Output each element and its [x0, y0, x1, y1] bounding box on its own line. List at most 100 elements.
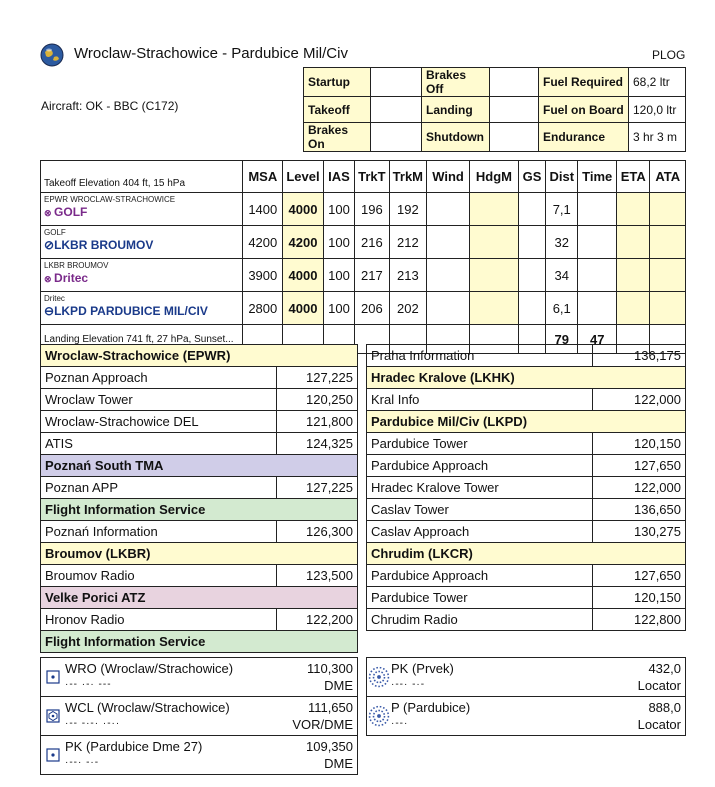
navaid-cell: P (Pardubice) ·--· 888,0 Locator — [366, 696, 686, 736]
brakes-on-label: Brakes On — [303, 122, 371, 152]
brakes-on-value[interactable] — [370, 122, 422, 152]
navaid-type: Locator — [637, 678, 681, 693]
morse-code: ·--· — [391, 718, 409, 729]
airfield-icon: ⊖ — [44, 304, 55, 318]
hdgm-value[interactable] — [468, 192, 519, 226]
morse-code: ·--· -·- — [65, 757, 100, 768]
station-name: Praha Information — [365, 344, 594, 367]
dme-icon — [46, 748, 60, 762]
eta-value[interactable] — [616, 291, 651, 325]
frequency-value: 120,150 — [592, 432, 686, 455]
level-value: 4000 — [282, 192, 324, 226]
frequency-value: 121,800 — [275, 410, 359, 433]
ata-value[interactable] — [649, 225, 686, 259]
globe-icon — [40, 43, 64, 67]
station-name: Wroclaw Tower — [40, 388, 277, 411]
section-header: Poznań South TMA — [40, 454, 358, 477]
gs-value[interactable] — [517, 192, 547, 226]
ias-value: 100 — [322, 225, 356, 259]
leg-row: LKBR BROUMOV ⊗ Dritec 3900 4000 100 217 … — [39, 258, 686, 292]
frequency-row: ATIS 124,325 — [40, 432, 359, 455]
section-title: Chrudim (LKCR) — [366, 542, 686, 565]
page-title: Wroclaw-Strachowice - Pardubice Mil/Civ — [74, 45, 348, 62]
frequency-value: 122,200 — [275, 608, 359, 631]
navaid-name: P (Pardubice) — [391, 700, 471, 715]
time-value[interactable] — [577, 192, 618, 226]
waypoint-cell: LKBR BROUMOV ⊗ Dritec — [39, 258, 244, 292]
section-header: Velke Porici ATZ — [40, 586, 358, 609]
section-header: Hradec Kralove (LKHK) — [366, 366, 686, 389]
ata-value[interactable] — [649, 258, 686, 292]
startup-value[interactable] — [370, 67, 422, 97]
station-name: Pardubice Approach — [365, 564, 594, 587]
frequency-value: 122,800 — [592, 608, 686, 631]
trkt-value: 206 — [354, 291, 390, 325]
ata-value[interactable] — [649, 291, 686, 325]
leg-to: LKPD PARDUBICE MIL/CIV — [54, 304, 208, 318]
station-name: Kral Info — [365, 388, 594, 411]
morse-code: ·-- -·-· ·-·· — [65, 718, 121, 729]
ata-value[interactable] — [649, 192, 686, 226]
frequency-list-left: Wroclaw-Strachowice (EPWR) Poznan Approac… — [40, 344, 359, 653]
section-title: Hradec Kralove (LKHK) — [366, 366, 686, 389]
frequency-value: 126,300 — [275, 520, 359, 543]
navaid-name: WCL (Wroclaw/Strachowice) — [65, 700, 230, 715]
col-ata: ATA — [649, 160, 686, 193]
col-hdgm: HdgM — [468, 160, 519, 193]
level-value: 4000 — [282, 291, 324, 325]
station-name: Broumov Radio — [40, 564, 277, 587]
wind-value[interactable] — [426, 192, 470, 226]
section-header: Chrudim (LKCR) — [366, 542, 686, 565]
wind-value[interactable] — [426, 291, 470, 325]
gs-value[interactable] — [517, 225, 547, 259]
frequency-list-right: Praha Information 136,175 Hradec Kralove (… — [365, 344, 686, 631]
station-name: Poznań Information — [40, 520, 277, 543]
ias-value: 100 — [322, 291, 356, 325]
navaid-cell: PK (Prvek) ·--· -·- 432,0 Locator — [366, 657, 686, 697]
brakes-off-value[interactable] — [489, 67, 539, 97]
frequency-row: Pardubice Tower 120,150 — [365, 586, 686, 609]
eta-value[interactable] — [616, 258, 651, 292]
col-eta: ETA — [616, 160, 651, 193]
wind-value[interactable] — [426, 225, 470, 259]
eta-value[interactable] — [616, 192, 651, 226]
msa-value: 2800 — [242, 291, 284, 325]
wind-value[interactable] — [426, 258, 470, 292]
dist-value: 32 — [545, 225, 579, 259]
endurance-label: Endurance — [538, 122, 629, 152]
time-value[interactable] — [577, 258, 618, 292]
navaid-type: Locator — [637, 717, 681, 732]
section-title: Pardubice Mil/Civ (LKPD) — [366, 410, 686, 433]
level-value: 4200 — [282, 225, 324, 259]
landing-value[interactable] — [489, 96, 539, 123]
navaid-frequency: 888,0 — [648, 700, 681, 715]
gs-value[interactable] — [517, 291, 547, 325]
hdgm-value[interactable] — [468, 258, 519, 292]
morse-code: ·-- ·-· --- — [65, 679, 112, 690]
trkm-value: 212 — [388, 225, 428, 259]
station-name: Hradec Kralove Tower — [365, 476, 594, 499]
time-value[interactable] — [577, 291, 618, 325]
time-value[interactable] — [577, 225, 618, 259]
station-name: Pardubice Tower — [365, 586, 594, 609]
navaid-row: PK (Pardubice Dme 27) ·--· -·- 109,350 DME — [40, 735, 358, 775]
navaid-row: WRO (Wroclaw/Strachowice) ·-- ·-· --- 110,… — [40, 657, 358, 697]
dme-icon — [46, 670, 60, 684]
plog-label: PLOG — [652, 48, 686, 62]
gs-value[interactable] — [517, 258, 547, 292]
hdgm-value[interactable] — [468, 291, 519, 325]
navaid-frequency: 432,0 — [648, 661, 681, 676]
takeoff-value[interactable] — [370, 96, 422, 123]
hdgm-value[interactable] — [468, 225, 519, 259]
col-ias: IAS — [322, 160, 356, 193]
frequency-value: 127,225 — [275, 476, 359, 499]
waypoint-cell: Dritec ⊖LKPD PARDUBICE MIL/CIV — [39, 291, 244, 325]
ias-value: 100 — [322, 192, 356, 226]
shutdown-value[interactable] — [489, 122, 539, 152]
fuel-on-board-value: 120,0 ltr — [628, 96, 686, 123]
eta-value[interactable] — [616, 225, 651, 259]
navaid-row: WCL (Wroclaw/Strachowice) ·-- -·-· ·-·· 11… — [40, 696, 358, 736]
startup-label: Startup — [303, 67, 371, 97]
frequency-row: Poznan APP 127,225 — [40, 476, 359, 499]
frequency-value: 127,225 — [275, 366, 359, 389]
